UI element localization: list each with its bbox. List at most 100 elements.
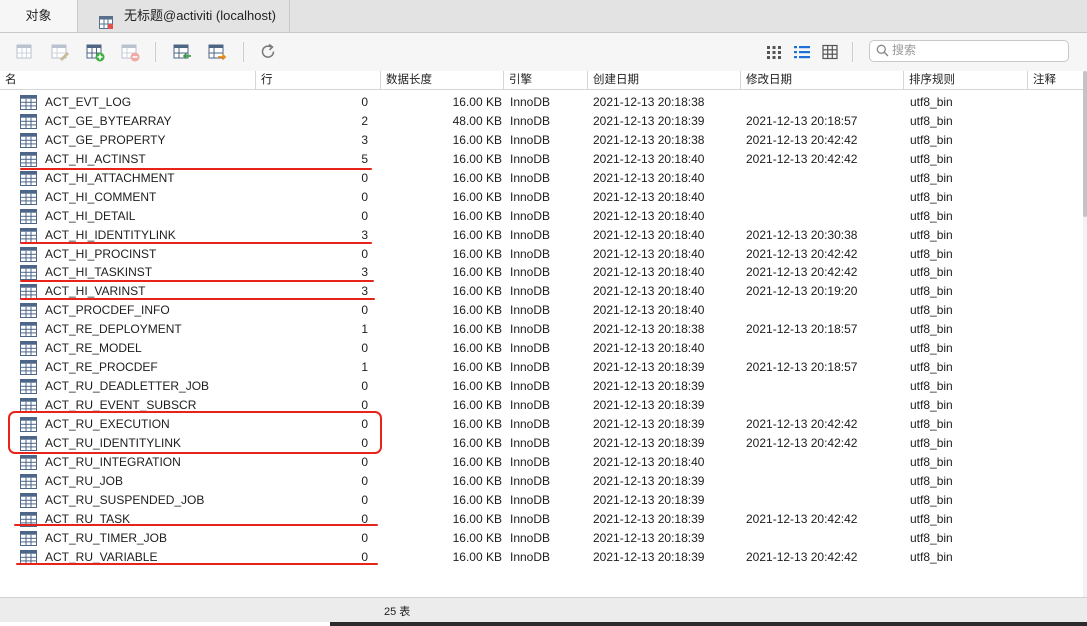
- column-header-engine[interactable]: 引擎: [503, 71, 587, 89]
- data-length: 16.00 KB: [452, 265, 502, 280]
- table-name: ACT_HI_DETAIL: [45, 208, 136, 223]
- created-date: 2021-12-13 20:18:39: [593, 549, 705, 564]
- column-header-created[interactable]: 创建日期: [587, 71, 740, 89]
- table-icon: [20, 454, 37, 470]
- table-name: ACT_GE_PROPERTY: [45, 132, 166, 147]
- data-length: 16.00 KB: [452, 416, 502, 431]
- delete-table-icon[interactable]: [120, 42, 140, 62]
- table-row[interactable]: ACT_HI_ATTACHMENT 0 16.00 KB InnoDB 2021-12-…: [0, 169, 1083, 188]
- import-icon[interactable]: [172, 42, 192, 62]
- created-date: 2021-12-13 20:18:38: [593, 95, 705, 109]
- table-row[interactable]: ACT_HI_DETAIL 0 16.00 KB InnoDB 2021-12-13 2…: [0, 207, 1083, 226]
- modified-date: 2021-12-13 20:42:42: [746, 132, 858, 147]
- collation: utf8_bin: [910, 151, 953, 166]
- table-row[interactable]: ACT_HI_COMMENT 0 16.00 KB InnoDB 2021-12-13 …: [0, 188, 1083, 207]
- design-table-icon[interactable]: [50, 42, 70, 62]
- table-row[interactable]: ACT_RU_TIMER_JOB 0 16.00 KB InnoDB 2021-12-1…: [0, 529, 1083, 548]
- engine: InnoDB: [510, 284, 551, 299]
- collation: utf8_bin: [910, 284, 953, 299]
- created-date: 2021-12-13 20:18:39: [593, 511, 705, 526]
- tab-bar: 对象 无标题@activiti (localhost): [0, 0, 1087, 33]
- tab-query[interactable]: 无标题@activiti (localhost): [80, 0, 290, 32]
- table-row[interactable]: ACT_RE_MODEL 0 16.00 KB InnoDB 2021-12-13 20…: [0, 339, 1083, 358]
- search-box[interactable]: [869, 40, 1069, 62]
- modified-date: 2021-12-13 20:42:42: [746, 151, 858, 166]
- data-length: 16.00 KB: [452, 170, 502, 185]
- column-header-collation[interactable]: 排序规则: [903, 71, 1027, 89]
- view-list-icon[interactable]: [792, 42, 812, 62]
- table-name: ACT_RE_DEPLOYMENT: [45, 322, 182, 337]
- table-icon: [20, 265, 37, 281]
- table-row[interactable]: ACT_RE_DEPLOYMENT 1 16.00 KB InnoDB 2021-12-…: [0, 320, 1083, 339]
- table-icon: [20, 95, 37, 110]
- refresh-icon[interactable]: [258, 42, 278, 62]
- table-row[interactable]: ACT_GE_BYTEARRAY 2 48.00 KB InnoDB 2021-12-1…: [0, 112, 1083, 131]
- created-date: 2021-12-13 20:18:39: [593, 492, 705, 507]
- column-header-rows[interactable]: 行: [255, 71, 380, 89]
- modified-date: 2021-12-13 20:42:42: [746, 435, 858, 450]
- data-length: 16.00 KB: [452, 322, 502, 337]
- scrollbar-thumb[interactable]: [1083, 71, 1087, 217]
- engine: InnoDB: [510, 473, 551, 488]
- column-header-comment[interactable]: 注释: [1027, 71, 1083, 89]
- created-date: 2021-12-13 20:18:39: [593, 435, 705, 450]
- collation: utf8_bin: [910, 473, 953, 488]
- table-row[interactable]: ACT_HI_ACTINST 5 16.00 KB InnoDB 2021-12-13 …: [0, 150, 1083, 169]
- collation: utf8_bin: [910, 360, 953, 375]
- data-length: 16.00 KB: [452, 151, 502, 166]
- annotation-underline: [14, 524, 378, 526]
- table-row[interactable]: ACT_EVT_LOG 0 16.00 KB InnoDB 2021-12-13 20:…: [0, 93, 1083, 112]
- collation: utf8_bin: [910, 227, 953, 242]
- table-row[interactable]: ACT_RU_JOB 0 16.00 KB InnoDB 2021-12-13 20:1…: [0, 472, 1083, 491]
- search-icon: [876, 44, 889, 60]
- table-row[interactable]: ACT_GE_PROPERTY 3 16.00 KB InnoDB 2021-12-13…: [0, 131, 1083, 150]
- collation: utf8_bin: [910, 549, 953, 564]
- engine: InnoDB: [510, 360, 551, 375]
- column-header-data-length[interactable]: 数据长度: [380, 71, 503, 89]
- data-length: 16.00 KB: [452, 189, 502, 204]
- view-detail-icon[interactable]: [820, 42, 840, 62]
- row-count: 0: [361, 208, 368, 223]
- engine: InnoDB: [510, 170, 551, 185]
- engine: InnoDB: [510, 511, 551, 526]
- table-name: ACT_HI_COMMENT: [45, 189, 157, 204]
- modified-date: 2021-12-13 20:42:42: [746, 511, 858, 526]
- created-date: 2021-12-13 20:18:39: [593, 530, 705, 545]
- collation: utf8_bin: [910, 398, 953, 412]
- engine: InnoDB: [510, 398, 551, 412]
- modified-date: 2021-12-13 20:18:57: [746, 322, 858, 337]
- table-name: ACT_EVT_LOG: [45, 95, 132, 109]
- table-row[interactable]: ACT_RE_PROCDEF 1 16.00 KB InnoDB 2021-12-13 …: [0, 358, 1083, 377]
- data-length: 16.00 KB: [452, 530, 502, 545]
- collation: utf8_bin: [910, 379, 953, 394]
- table-row[interactable]: ACT_RU_INTEGRATION 0 16.00 KB InnoDB 2021-12…: [0, 453, 1083, 472]
- table-header: 名 行 数据长度 引擎 创建日期 修改日期 排序规则 注释: [0, 71, 1083, 90]
- new-table-icon[interactable]: [85, 42, 105, 62]
- table-row[interactable]: ACT_RU_SUSPENDED_JOB 0 16.00 KB InnoDB 2021-…: [0, 491, 1083, 510]
- table-row[interactable]: ACT_RU_DEADLETTER_JOB 0 16.00 KB InnoDB 2021…: [0, 377, 1083, 396]
- view-icons-icon[interactable]: [764, 42, 784, 62]
- engine: InnoDB: [510, 208, 551, 223]
- created-date: 2021-12-13 20:18:40: [593, 303, 705, 318]
- tab-objects[interactable]: 对象: [0, 0, 78, 32]
- table-row[interactable]: ACT_HI_PROCINST 0 16.00 KB InnoDB 2021-12-13…: [0, 245, 1083, 264]
- data-length: 16.00 KB: [452, 95, 502, 109]
- collation: utf8_bin: [910, 322, 953, 337]
- open-table-icon[interactable]: [15, 42, 35, 62]
- data-length: 16.00 KB: [452, 454, 502, 469]
- engine: InnoDB: [510, 189, 551, 204]
- column-header-modified[interactable]: 修改日期: [740, 71, 903, 89]
- created-date: 2021-12-13 20:18:40: [593, 246, 705, 261]
- vertical-scrollbar[interactable]: [1083, 71, 1087, 597]
- table-row[interactable]: ACT_PROCDEF_INFO 0 16.00 KB InnoDB 2021-12-1…: [0, 301, 1083, 320]
- table-icon: [20, 530, 37, 546]
- row-count: 5: [361, 151, 368, 166]
- data-length: 16.00 KB: [452, 360, 502, 375]
- table-name: ACT_HI_ACTINST: [45, 151, 146, 166]
- data-length: 16.00 KB: [452, 246, 502, 261]
- modified-date: 2021-12-13 20:42:42: [746, 246, 858, 261]
- export-icon[interactable]: [207, 42, 227, 62]
- search-input[interactable]: [892, 42, 1062, 58]
- engine: InnoDB: [510, 246, 551, 261]
- column-header-name[interactable]: 名: [0, 71, 255, 89]
